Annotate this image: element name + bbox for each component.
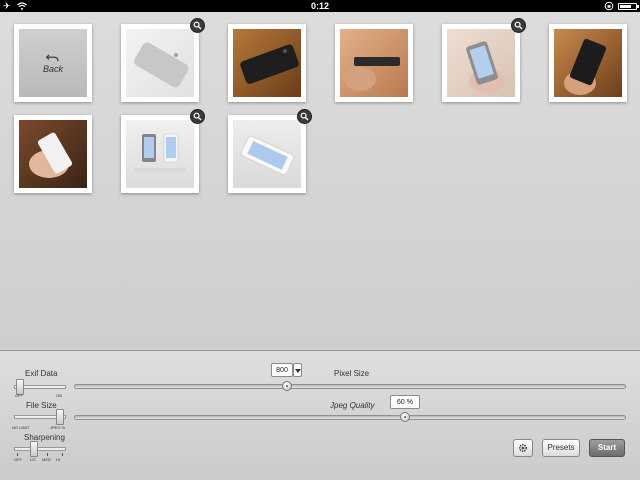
photo-thumbnail[interactable] [121, 18, 205, 102]
exif-data-label: Exif Data [25, 369, 58, 378]
rotation-lock-icon [604, 1, 614, 11]
jpeg-quality-slider-thumb[interactable] [400, 412, 411, 422]
photo-thumbnail[interactable] [228, 109, 312, 193]
sharpening-stop-off: OFF [14, 457, 22, 462]
sharpening-stop-hi: HI [56, 457, 60, 462]
jpeg-quality-value: 60 % [390, 395, 420, 409]
jpeg-quality-label: Jpeg Quality [330, 401, 375, 410]
zoom-icon[interactable] [511, 18, 526, 33]
file-size-left-label: NO LIMIT [12, 425, 30, 430]
back-label: Back [42, 63, 63, 74]
zoom-icon[interactable] [190, 18, 205, 33]
photo-thumbnail[interactable] [14, 115, 92, 193]
battery-icon [618, 3, 639, 10]
pixel-size-slider-thumb[interactable] [281, 381, 292, 391]
photo-thumbnail[interactable] [228, 24, 306, 102]
jpeg-quality-slider[interactable] [74, 415, 626, 420]
presets-button[interactable]: Presets [542, 439, 580, 457]
zoom-icon[interactable] [297, 109, 312, 124]
start-button[interactable]: Start [589, 439, 625, 457]
exif-off-label: OFF [15, 393, 23, 398]
photo-thumbnail[interactable] [549, 24, 627, 102]
undo-arrow-icon [46, 54, 59, 61]
sharpening-stop-lo: LO [30, 457, 36, 462]
zoom-icon[interactable] [190, 109, 205, 124]
pixel-size-value[interactable]: 800 [271, 363, 293, 377]
pixel-size-slider[interactable] [74, 384, 626, 389]
photo-thumbnail[interactable] [335, 24, 413, 102]
sharpening-stop-med: MED [42, 457, 51, 462]
status-time: 0:12 [310, 1, 329, 11]
gear-icon [518, 443, 528, 453]
settings-button[interactable] [513, 439, 533, 457]
exif-on-label: ON [56, 393, 62, 398]
pixel-size-label: Pixel Size [334, 369, 370, 378]
photo-thumbnail[interactable] [442, 18, 526, 102]
photo-gallery: Back [0, 12, 640, 350]
file-size-right-label: JPEG % [50, 425, 66, 430]
photo-thumbnail[interactable] [121, 109, 205, 193]
status-bar: ✈ 0:12 [0, 0, 640, 12]
pixel-size-dropdown-icon[interactable] [293, 363, 302, 377]
back-button[interactable]: Back [14, 24, 92, 102]
export-settings-panel: Exif Data OFF ON File Size NO LIMIT JPEG… [0, 350, 640, 480]
